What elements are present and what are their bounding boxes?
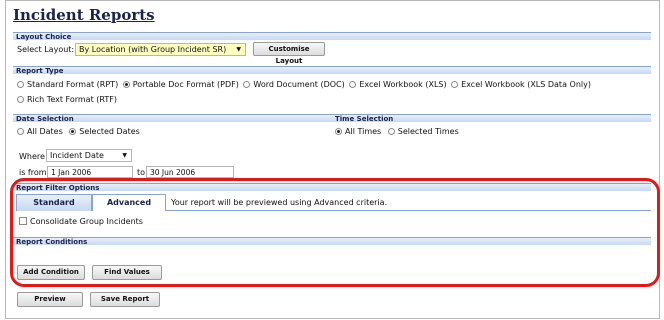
tab-standard[interactable]: Standard xyxy=(16,194,92,211)
radio-selected-times[interactable] xyxy=(387,128,395,135)
report-type-option-doc[interactable]: Word Document (DOC) xyxy=(243,80,345,89)
layout-select-value: By Location (with Group Incident SR) xyxy=(79,45,227,54)
radio-rtf[interactable] xyxy=(17,96,24,103)
save-report-button[interactable]: Save Report xyxy=(90,292,160,307)
radio-xls-data[interactable] xyxy=(451,81,459,88)
tab-advanced[interactable]: Advanced xyxy=(92,194,166,211)
date-selection-header: Date Selection xyxy=(13,114,333,123)
find-values-button[interactable]: Find Values xyxy=(92,265,162,280)
to-label: to xyxy=(137,168,146,177)
report-type-option-pdf[interactable]: Portable Doc Format (PDF) xyxy=(122,80,239,89)
preview-button[interactable]: Preview xyxy=(17,292,83,307)
report-type-row-1: Standard Format (RPT) Portable Doc Forma… xyxy=(17,79,591,90)
is-from-label: is from xyxy=(19,168,47,177)
page-title: Incident Reports xyxy=(13,6,155,24)
chevron-down-icon: ▼ xyxy=(122,152,127,159)
report-type-option-xls[interactable]: Excel Workbook (XLS) xyxy=(349,80,447,89)
date-options: All Dates Selected Dates xyxy=(17,126,140,137)
report-type-option-rpt[interactable]: Standard Format (RPT) xyxy=(17,80,118,89)
chevron-down-icon: ▼ xyxy=(236,46,241,53)
time-selection-header: Time Selection xyxy=(332,114,651,123)
consolidate-option[interactable]: Consolidate Group Incidents xyxy=(19,216,143,227)
report-filter-header: Report Filter Options xyxy=(13,183,651,192)
selected-dates-option[interactable]: Selected Dates xyxy=(69,127,140,136)
add-condition-button[interactable]: Add Condition xyxy=(17,265,85,280)
radio-all-times[interactable] xyxy=(335,128,342,135)
radio-doc[interactable] xyxy=(243,81,251,88)
radio-pdf[interactable] xyxy=(122,81,130,88)
where-select-value: Incident Date xyxy=(50,151,104,160)
radio-all-dates[interactable] xyxy=(17,128,24,135)
layout-choice-header: Layout Choice xyxy=(13,32,651,41)
to-date-input[interactable]: 30 Jun 2006 xyxy=(146,166,234,178)
from-date-input[interactable]: 1 Jan 2006 xyxy=(47,166,133,178)
layout-select[interactable]: By Location (with Group Incident SR) ▼ xyxy=(75,43,246,56)
report-type-header: Report Type xyxy=(13,66,651,75)
radio-rpt[interactable] xyxy=(17,81,24,88)
tab-divider xyxy=(166,210,651,211)
all-times-option[interactable]: All Times xyxy=(335,127,381,136)
report-type-option-xls-data[interactable]: Excel Workbook (XLS Data Only) xyxy=(451,80,591,89)
radio-xls[interactable] xyxy=(349,81,357,88)
where-label: Where xyxy=(19,152,45,161)
all-dates-option[interactable]: All Dates xyxy=(17,127,63,136)
radio-selected-dates[interactable] xyxy=(69,128,77,135)
select-layout-label: Select Layout: xyxy=(17,45,75,54)
consolidate-checkbox[interactable] xyxy=(19,217,27,225)
time-options: All Times Selected Times xyxy=(335,126,459,137)
selected-times-option[interactable]: Selected Times xyxy=(387,127,459,136)
report-conditions-header: Report Conditions xyxy=(13,237,651,246)
customise-layout-button[interactable]: Customise Layout xyxy=(253,42,325,65)
preview-note: Your report will be previewed using Adva… xyxy=(171,198,388,207)
where-select[interactable]: Incident Date ▼ xyxy=(46,149,132,162)
report-type-option-rtf[interactable]: Rich Text Format (RTF) xyxy=(17,94,117,105)
